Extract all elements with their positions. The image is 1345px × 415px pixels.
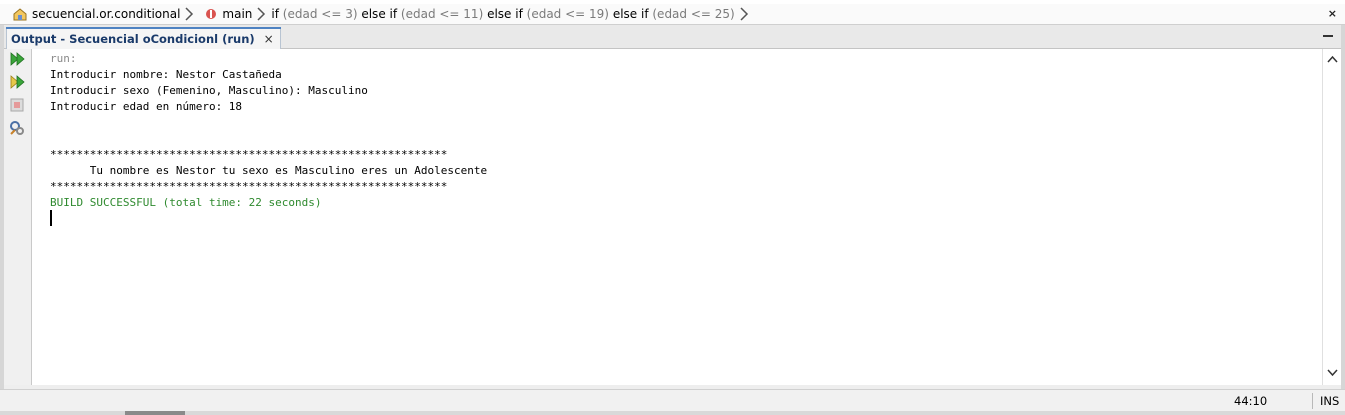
settings-icon[interactable] <box>9 120 25 136</box>
console-line: Introducir edad en número: 18 <box>50 100 243 113</box>
text-caret <box>50 210 52 226</box>
console-line: ****************************************… <box>50 180 448 193</box>
condition-keyword: else if <box>612 7 649 21</box>
chevron-right-icon <box>740 7 748 21</box>
chevron-right-icon <box>257 7 266 21</box>
breadcrumb-class[interactable]: secuencial.or.conditional <box>32 4 180 24</box>
console-line: Introducir sexo (Femenino, Masculino): M… <box>50 84 368 97</box>
status-divider <box>1312 393 1313 409</box>
condition-keyword: else if <box>361 7 398 21</box>
condition-expression: (edad <= 19) <box>526 7 609 21</box>
breadcrumb-class-label: secuencial.or.conditional <box>32 7 181 21</box>
output-tab-bar: Output - Secuencial oCondicionl (run) × <box>4 25 1341 49</box>
taskbar-item <box>125 411 185 415</box>
tab-output[interactable]: Output - Secuencial oCondicionl (run) × <box>6 27 281 49</box>
tab-close-button[interactable]: × <box>264 32 274 46</box>
taskbar-strip <box>0 411 1345 415</box>
condition-keyword: if <box>271 7 279 21</box>
condition-expression: (edad <= 11) <box>400 7 484 21</box>
insert-mode-indicator[interactable]: INS <box>1320 394 1339 408</box>
class-icon <box>13 8 27 21</box>
status-bar: 44:10 INS <box>0 389 1345 412</box>
tab-output-label: Output - Secuencial oCondicionl (run) <box>11 31 255 46</box>
vertical-scrollbar[interactable] <box>1322 49 1342 385</box>
window-border-right <box>1341 25 1345 389</box>
console-line: run: <box>50 52 77 65</box>
rerun-icon[interactable] <box>9 51 25 67</box>
scroll-up-icon[interactable] <box>1327 55 1338 63</box>
console-line: ****************************************… <box>50 148 448 161</box>
output-console[interactable]: run: Introducir nombre: Nestor Castañeda… <box>32 49 1322 385</box>
build-status-line: BUILD SUCCESSFUL (total time: 22 seconds… <box>50 196 322 209</box>
breadcrumb-condition-chain[interactable]: if (edad <= 3) else if (edad <= 11) else… <box>271 4 734 24</box>
condition-expression: (edad <= 25) <box>652 7 735 21</box>
stop-icon[interactable] <box>9 97 25 113</box>
rerun-with-options-icon[interactable] <box>9 74 25 90</box>
output-side-toolbar <box>4 49 32 385</box>
breadcrumb-method[interactable]: main <box>222 4 252 24</box>
breadcrumb-close-button[interactable]: × <box>1328 7 1337 20</box>
minimize-button[interactable] <box>1323 35 1333 37</box>
breadcrumb-method-label: main <box>222 7 253 21</box>
console-line: Introducir nombre: Nestor Castañeda <box>50 68 282 81</box>
caret-position[interactable]: 44:10 <box>1234 394 1267 408</box>
scroll-down-icon[interactable] <box>1327 369 1338 377</box>
console-line: Tu nombre es Nestor tu sexo es Masculino… <box>50 164 488 177</box>
condition-expression: (edad <= 3) <box>282 7 358 21</box>
method-icon <box>206 9 217 19</box>
chevron-right-icon <box>185 7 194 21</box>
condition-keyword: else if <box>487 7 523 21</box>
breadcrumb: secuencial.or.conditional main if (edad … <box>0 4 1345 25</box>
